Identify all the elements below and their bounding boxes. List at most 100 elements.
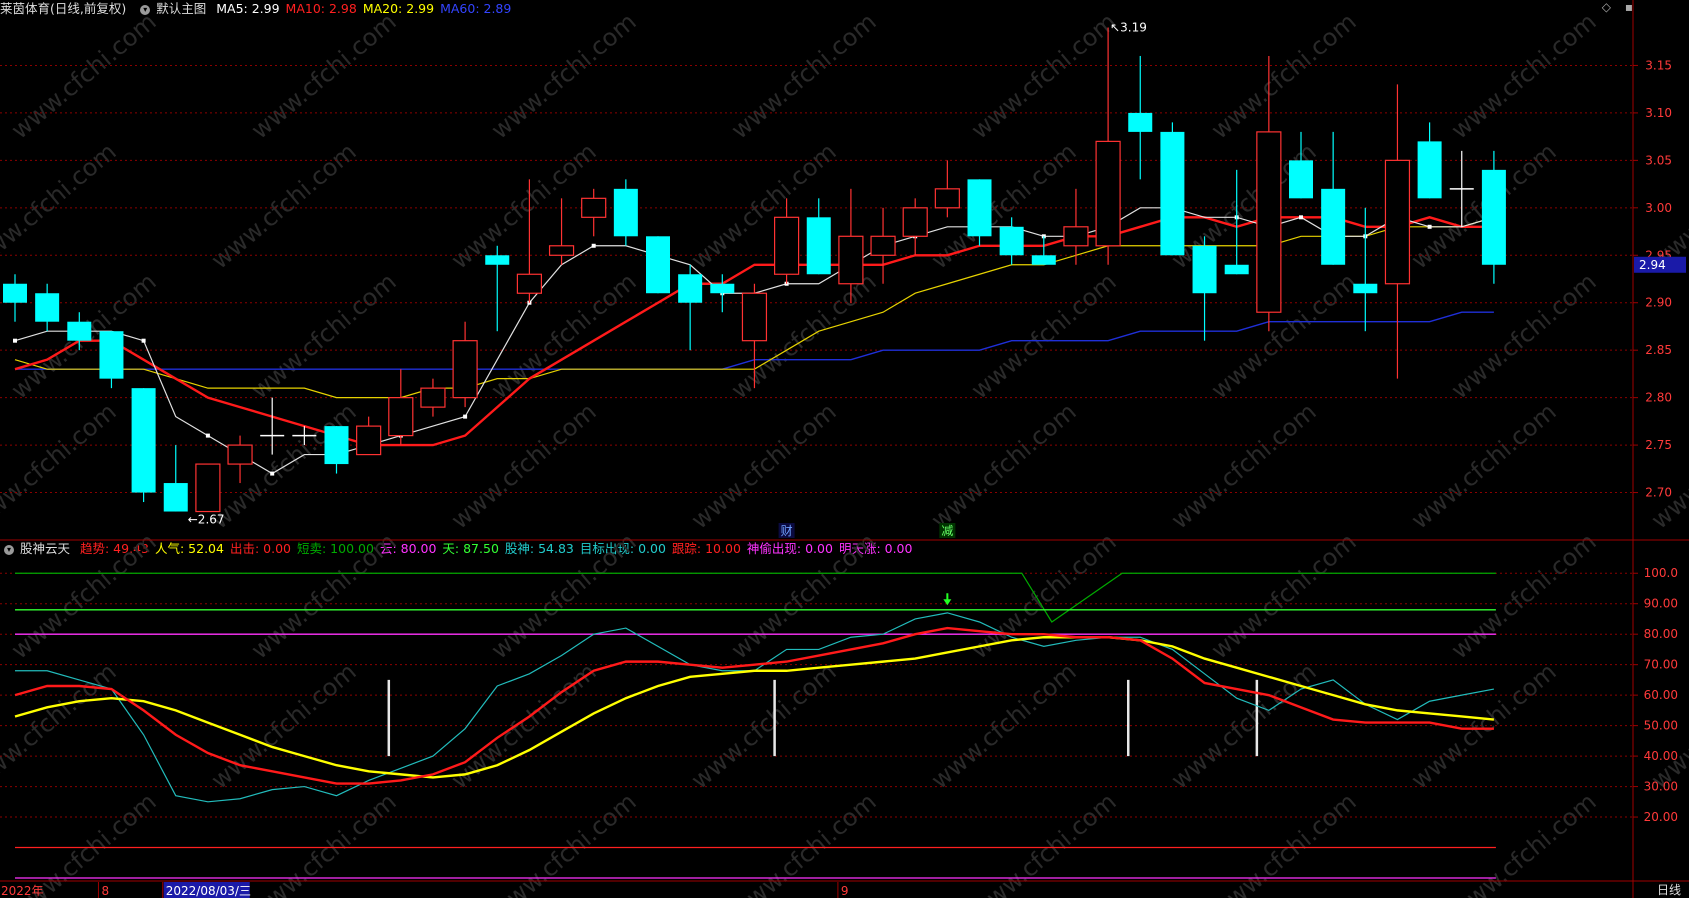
candle[interactable] — [678, 264, 703, 351]
watermark-text: www.cfchi.com — [246, 527, 402, 664]
candle[interactable] — [163, 445, 188, 512]
candle-body — [646, 236, 670, 294]
candle-body — [163, 483, 188, 512]
watermark-text: www.cfchi.com — [1406, 397, 1562, 534]
candle-body — [548, 245, 575, 256]
price-tick-label: 2.75 — [1645, 438, 1672, 452]
watermark-text: www.cfchi.com — [0, 137, 122, 274]
candle-body — [1095, 140, 1121, 247]
candle-body — [195, 463, 221, 513]
price-tick-label: 3.15 — [1645, 58, 1672, 72]
candle[interactable] — [870, 207, 896, 284]
watermark-text: www.cfchi.com — [1206, 267, 1362, 404]
watermark-text: www.cfchi.com — [0, 397, 122, 534]
candle[interactable] — [3, 274, 27, 322]
candle-body — [581, 197, 607, 218]
candle[interactable] — [1417, 122, 1442, 199]
chart-window: 莱茵体育(日线,前复权) ▾ 默认主图 MA5: 2.99 MA10: 2.98 MA… — [0, 0, 1689, 898]
candle[interactable] — [1321, 131, 1346, 265]
candle[interactable] — [1289, 131, 1313, 199]
candle[interactable] — [613, 179, 638, 246]
candle[interactable] — [548, 198, 575, 265]
candle[interactable] — [485, 245, 510, 332]
candle-body — [516, 273, 543, 294]
candle[interactable] — [195, 463, 221, 513]
candle[interactable] — [356, 416, 382, 456]
candle-body — [1353, 283, 1378, 294]
candle[interactable] — [1192, 236, 1217, 341]
watermark-text: www.cfchi.com — [1206, 527, 1362, 664]
ma5-point — [1299, 215, 1303, 220]
price-tick-label: 2.85 — [1645, 343, 1672, 357]
watermark-text: www.cfchi.com — [1646, 397, 1689, 534]
indicator-tick-label: 100.0 — [1644, 566, 1678, 580]
candle-body — [1481, 169, 1506, 265]
candle[interactable] — [99, 331, 124, 389]
price-tick-label: 2.80 — [1645, 391, 1672, 405]
candle-body — [35, 293, 60, 322]
candle-body — [420, 387, 446, 408]
candle[interactable] — [35, 283, 60, 332]
candle[interactable] — [1384, 84, 1411, 379]
indicator-tick-label: 60.00 — [1644, 688, 1678, 702]
candle-body — [1256, 131, 1282, 313]
candle[interactable] — [420, 378, 446, 417]
watermark-text: www.cfchi.com — [1206, 7, 1362, 144]
ma5-point — [13, 338, 17, 343]
candle[interactable] — [646, 236, 670, 294]
watermark-text: www.cfchi.com — [6, 7, 162, 144]
candle-body — [1031, 255, 1056, 265]
price-tick-label: 3.05 — [1645, 153, 1672, 167]
candle-body — [324, 426, 349, 465]
candle[interactable] — [1481, 150, 1506, 284]
candle-body — [613, 188, 638, 237]
candle[interactable] — [452, 321, 478, 408]
price-tick-label: 2.70 — [1645, 486, 1672, 500]
candle-body — [131, 388, 156, 493]
candle[interactable] — [806, 198, 831, 275]
candle-body — [999, 226, 1024, 256]
chart-canvas[interactable]: www.cfchi.com www.cfchi.com www.cfchi.com w… — [0, 0, 1689, 898]
indicator-tick-label: 30.00 — [1644, 780, 1678, 794]
indicator-tick-label: 90.00 — [1644, 597, 1678, 611]
candle[interactable] — [131, 388, 156, 503]
candle[interactable] — [227, 435, 253, 484]
indicator-tick-label: 80.00 — [1644, 627, 1678, 641]
watermark-text: www.cfchi.com — [486, 527, 642, 664]
watermark-text: www.cfchi.com — [926, 657, 1082, 794]
event-marker-0[interactable]: 财 — [781, 524, 793, 538]
candle-body — [485, 255, 510, 265]
watermark-text: www.cfchi.com — [686, 657, 842, 794]
low-price-annotation: ←2.67 — [188, 513, 225, 527]
candle-body — [3, 283, 27, 303]
indicator-tick-label: 70.00 — [1644, 658, 1678, 672]
candle[interactable] — [1031, 236, 1056, 265]
candle-body — [934, 188, 960, 209]
candle[interactable] — [934, 160, 960, 218]
candle-body — [806, 217, 831, 275]
candle[interactable] — [324, 426, 349, 474]
candle-body — [1192, 245, 1217, 294]
watermark-text: www.cfchi.com — [1446, 267, 1602, 404]
candle[interactable] — [902, 198, 928, 256]
candle[interactable] — [967, 179, 992, 246]
price-tick-label: 3.00 — [1645, 201, 1672, 215]
indicator-tick-label: 40.00 — [1644, 749, 1678, 763]
candle-body — [741, 292, 768, 342]
period-label[interactable]: 日线 — [1657, 882, 1681, 898]
candle-body — [1224, 264, 1249, 275]
event-marker-1[interactable]: 减 — [941, 524, 953, 538]
candle[interactable] — [581, 188, 607, 237]
watermark-text: www.cfchi.com — [1446, 7, 1602, 144]
candle-body — [388, 397, 414, 437]
ma5-point — [591, 243, 596, 248]
candle[interactable] — [260, 397, 285, 455]
candle-body — [356, 425, 382, 456]
watermark-text: www.cfchi.com — [1166, 397, 1322, 534]
candle[interactable] — [1095, 27, 1121, 265]
candle[interactable] — [1160, 122, 1185, 256]
date-label-1: 8 — [101, 884, 109, 898]
candle[interactable] — [388, 369, 414, 446]
watermark-text: www.cfchi.com — [246, 7, 402, 144]
watermark-text: www.cfchi.com — [1406, 657, 1562, 794]
